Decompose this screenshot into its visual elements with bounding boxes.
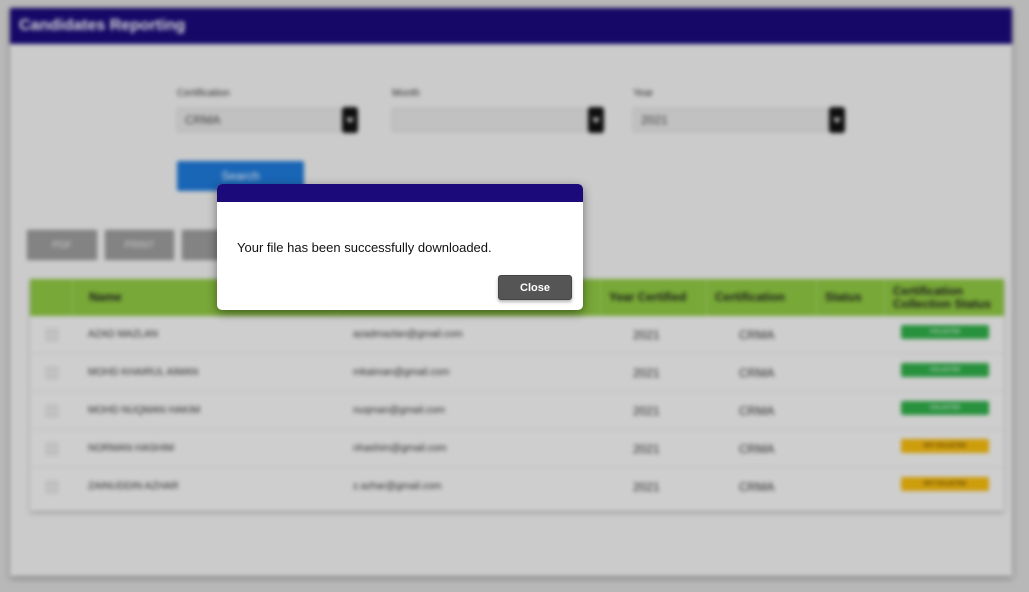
dialog-message: Your file has been successfully download… xyxy=(237,240,492,255)
close-button[interactable]: Close xyxy=(498,275,572,300)
download-success-dialog: Your file has been successfully download… xyxy=(217,184,583,310)
dialog-header xyxy=(217,184,583,202)
